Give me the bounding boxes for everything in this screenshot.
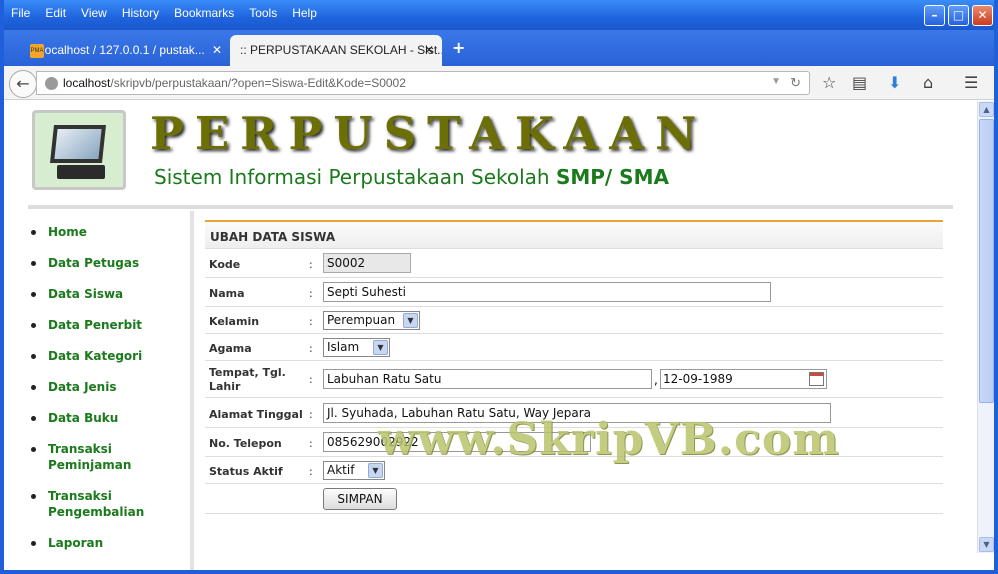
- menu-help[interactable]: Help: [285, 6, 325, 20]
- chevron-down-icon: ▼: [373, 340, 388, 355]
- panel-heading: UBAH DATA SISWA: [205, 220, 943, 249]
- tab-strip: PMA localhost / 127.0.0.1 / pustak... ✕ …: [0, 30, 998, 66]
- row-submit: SIMPAN: [205, 484, 943, 514]
- menu-bookmarks[interactable]: Bookmarks: [167, 6, 242, 20]
- label-kode: Kode: [209, 258, 241, 271]
- edit-student-panel: UBAH DATA SISWA Kode : S0002 Nama : Sept…: [205, 220, 943, 514]
- chevron-down-icon: ▼: [403, 313, 418, 328]
- window-titlebar: File Edit View History Bookmarks Tools H…: [0, 0, 998, 30]
- label-status-aktif: Status Aktif: [209, 465, 283, 478]
- tab-phpmyadmin[interactable]: PMA localhost / 127.0.0.1 / pustak... ✕: [22, 35, 230, 66]
- chevron-down-icon: ▼: [368, 463, 383, 478]
- row-kode: Kode : S0002: [205, 249, 943, 278]
- pos-terminal-icon: [50, 125, 106, 163]
- kelamin-select[interactable]: Perempuan ▼: [323, 311, 420, 330]
- label-telepon: No. Telepon: [209, 437, 282, 450]
- tab-label: localhost / 127.0.0.1 / pustak...: [42, 43, 205, 57]
- sidebar-menu: Home Data Petugas Data Siswa Data Penerb…: [28, 211, 194, 570]
- site-subtitle: Sistem Informasi Perpustakaan Sekolah SM…: [154, 165, 669, 189]
- menu-file[interactable]: File: [4, 6, 38, 20]
- menu-view[interactable]: View: [74, 6, 115, 20]
- vertical-scrollbar[interactable]: ▲ ▼: [977, 101, 994, 553]
- tgl-lahir-field[interactable]: 12-09-1989: [660, 369, 827, 389]
- sidebar-item-data-buku[interactable]: Data Buku: [28, 410, 190, 426]
- dropdown-icon[interactable]: ▼: [771, 76, 781, 87]
- tempat-lahir-field[interactable]: Labuhan Ratu Satu: [323, 369, 652, 389]
- hamburger-menu-icon[interactable]: ☰: [964, 73, 978, 92]
- tab-perpustakaan[interactable]: :: PERPUSTAKAAN SEKOLAH - Sist... ✕: [230, 35, 442, 66]
- sidebar-item-data-petugas[interactable]: Data Petugas: [28, 255, 190, 271]
- url-host: localhost: [63, 76, 111, 90]
- bookmarks-list-icon[interactable]: ▤: [852, 73, 867, 92]
- site-title: PERPUSTAKAAN: [150, 107, 708, 160]
- reload-icon[interactable]: ↻: [790, 75, 801, 91]
- navigation-bar: ← localhost/skripvb/perpustakaan/?open=S…: [0, 66, 998, 100]
- sidebar-item-data-penerbit[interactable]: Data Penerbit: [28, 317, 190, 333]
- agama-select[interactable]: Islam ▼: [323, 338, 390, 357]
- row-agama: Agama : Islam ▼: [205, 334, 943, 361]
- sidebar-item-home[interactable]: Home: [28, 224, 190, 240]
- minimize-button[interactable]: –: [924, 5, 945, 26]
- home-icon[interactable]: ⌂: [923, 73, 933, 92]
- sidebar-item-laporan[interactable]: Laporan: [28, 535, 190, 551]
- sidebar-item-transaksi-pengembalian[interactable]: Transaksi Pengembalian: [28, 488, 144, 520]
- close-window-button[interactable]: ✕: [972, 5, 993, 26]
- globe-icon: [45, 77, 58, 90]
- tab-close-icon[interactable]: ✕: [212, 43, 222, 57]
- row-kelamin: Kelamin : Perempuan ▼: [205, 307, 943, 334]
- label-alamat: Alamat Tinggal: [209, 408, 303, 421]
- scroll-up-icon[interactable]: ▲: [979, 102, 994, 117]
- nama-field[interactable]: Septi Suhesti: [323, 282, 771, 302]
- url-path: /skripvb/perpustakaan/?open=Siswa-Edit&K…: [110, 76, 406, 90]
- new-tab-button[interactable]: +: [452, 38, 465, 57]
- phpmyadmin-icon: PMA: [30, 44, 44, 58]
- menu-history[interactable]: History: [115, 6, 167, 20]
- status-aktif-select[interactable]: Aktif ▼: [323, 461, 385, 480]
- window-controls: – □ ✕: [924, 5, 993, 26]
- back-button[interactable]: ←: [9, 70, 37, 98]
- page-viewport: PERPUSTAKAAN Sistem Informasi Perpustaka…: [4, 101, 976, 570]
- menu-edit[interactable]: Edit: [38, 6, 74, 20]
- row-tempat-tgl-lahir: Tempat, Tgl. Lahir : Labuhan Ratu Satu ,…: [205, 361, 943, 398]
- label-tempat-tgl-lahir: Tempat, Tgl. Lahir: [209, 366, 286, 393]
- tab-close-icon[interactable]: ✕: [424, 43, 434, 57]
- site-logo: [32, 110, 126, 190]
- back-arrow-icon: ←: [16, 74, 30, 93]
- sidebar-item-data-jenis[interactable]: Data Jenis: [28, 379, 190, 395]
- url-bar[interactable]: localhost/skripvb/perpustakaan/?open=Sis…: [36, 71, 810, 95]
- sidebar-item-data-siswa[interactable]: Data Siswa: [28, 286, 190, 302]
- kode-field[interactable]: S0002: [323, 253, 411, 273]
- sidebar-item-transaksi-peminjaman[interactable]: Transaksi Peminjaman: [28, 441, 138, 473]
- download-icon[interactable]: ⬇: [888, 73, 901, 92]
- menu-tools[interactable]: Tools: [242, 6, 285, 20]
- header-divider: [28, 205, 953, 209]
- watermark: www.SkripVB.com: [378, 414, 840, 465]
- window-border-bottom: [4, 570, 994, 574]
- label-kelamin: Kelamin: [209, 315, 260, 328]
- scroll-down-icon[interactable]: ▼: [979, 537, 994, 552]
- calendar-icon[interactable]: [809, 372, 824, 386]
- maximize-button[interactable]: □: [948, 5, 969, 26]
- row-nama: Nama : Septi Suhesti: [205, 278, 943, 307]
- simpan-button[interactable]: SIMPAN: [323, 488, 397, 510]
- bookmark-star-icon[interactable]: ☆: [822, 73, 836, 92]
- tab-label: :: PERPUSTAKAAN SEKOLAH - Sist...: [240, 43, 442, 57]
- scroll-thumb[interactable]: [979, 119, 994, 403]
- sidebar-item-data-kategori[interactable]: Data Kategori: [28, 348, 190, 364]
- window-border-right: [994, 0, 998, 574]
- label-nama: Nama: [209, 287, 245, 300]
- label-agama: Agama: [209, 342, 252, 355]
- menu-bar: File Edit View History Bookmarks Tools H…: [4, 6, 325, 20]
